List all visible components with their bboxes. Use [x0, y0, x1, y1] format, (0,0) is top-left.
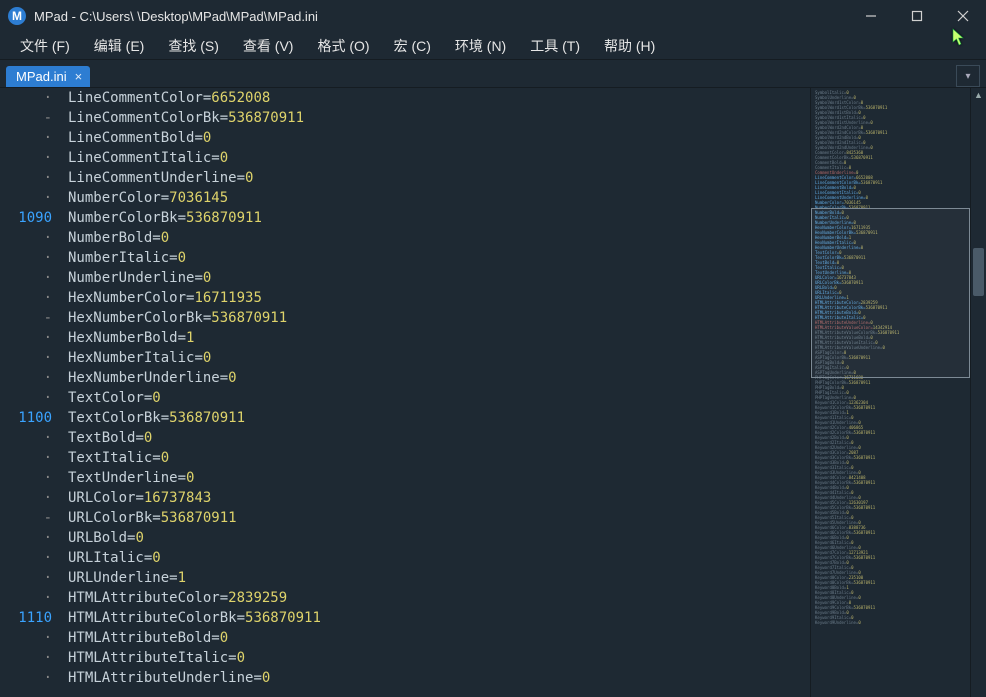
menu-help[interactable]: 帮助 (H): [594, 33, 665, 59]
code-line: HTMLAttributeColorBk=536870911: [68, 608, 810, 628]
code-line: HTMLAttributeColor=2839259: [68, 588, 810, 608]
menu-file[interactable]: 文件 (F): [10, 33, 80, 59]
scrollbar-thumb[interactable]: [973, 248, 984, 296]
code-line: LineCommentUnderline=0: [68, 168, 810, 188]
code-line: HexNumberItalic=0: [68, 348, 810, 368]
minimap[interactable]: SymbolItalic=0 SymbolUnderline=0 SymbolW…: [810, 88, 970, 697]
menu-find[interactable]: 查找 (S): [158, 33, 229, 59]
tab-mpad-ini[interactable]: MPad.ini ×: [6, 66, 90, 87]
menu-format[interactable]: 格式 (O): [307, 33, 379, 59]
code-line: TextItalic=0: [68, 448, 810, 468]
code-line: TextColorBk=536870911: [68, 408, 810, 428]
menu-macro[interactable]: 宏 (C): [384, 33, 441, 59]
code-line: URLColorBk=536870911: [68, 508, 810, 528]
menubar: 文件 (F) 编辑 (E) 查找 (S) 查看 (V) 格式 (O) 宏 (C)…: [0, 32, 986, 60]
code-line: LineCommentColorBk=536870911: [68, 108, 810, 128]
code-line: LineCommentItalic=0: [68, 148, 810, 168]
code-line: URLUnderline=1: [68, 568, 810, 588]
menu-tools[interactable]: 工具 (T): [520, 33, 590, 59]
code-line: TextColor=0: [68, 388, 810, 408]
code-line: NumberUnderline=0: [68, 268, 810, 288]
code-line: HTMLAttributeUnderline=0: [68, 668, 810, 688]
close-button[interactable]: [940, 0, 986, 32]
window-title: MPad - C:\Users\ \Desktop\MPad\MPad\MPad…: [34, 9, 318, 24]
code-line: HexNumberColor=16711935: [68, 288, 810, 308]
code-line: NumberColor=7036145: [68, 188, 810, 208]
workspace: ·-····1090····-····1100····-····1110··· …: [0, 88, 986, 697]
code-editor[interactable]: LineCommentColor=6652008LineCommentColor…: [58, 88, 810, 697]
code-line: NumberBold=0: [68, 228, 810, 248]
menu-env[interactable]: 环境 (N): [445, 33, 516, 59]
minimize-button[interactable]: [848, 0, 894, 32]
vertical-scrollbar[interactable]: ▲: [970, 88, 986, 697]
code-line: NumberItalic=0: [68, 248, 810, 268]
code-line: URLColor=16737843: [68, 488, 810, 508]
code-line: HexNumberUnderline=0: [68, 368, 810, 388]
menu-edit[interactable]: 编辑 (E): [84, 33, 155, 59]
menu-view[interactable]: 查看 (V): [233, 33, 304, 59]
app-logo-icon: M: [8, 7, 26, 25]
code-line: HTMLAttributeItalic=0: [68, 648, 810, 668]
code-line: HexNumberColorBk=536870911: [68, 308, 810, 328]
code-line: LineCommentBold=0: [68, 128, 810, 148]
code-line: HexNumberBold=1: [68, 328, 810, 348]
tab-list-dropdown[interactable]: ▾: [956, 65, 980, 87]
line-number-gutter: ·-····1090····-····1100····-····1110···: [0, 88, 58, 697]
code-line: HTMLAttributeBold=0: [68, 628, 810, 648]
maximize-button[interactable]: [894, 0, 940, 32]
tab-label: MPad.ini: [16, 69, 67, 84]
minimap-viewport[interactable]: [811, 208, 970, 378]
scrollbar-up-icon[interactable]: ▲: [971, 90, 986, 100]
titlebar: M MPad - C:\Users\ \Desktop\MPad\MPad\MP…: [0, 0, 986, 32]
code-line: TextBold=0: [68, 428, 810, 448]
code-line: LineCommentColor=6652008: [68, 88, 810, 108]
tab-bar: MPad.ini × ▾: [0, 60, 986, 88]
tab-close-icon[interactable]: ×: [75, 69, 83, 84]
code-line: NumberColorBk=536870911: [68, 208, 810, 228]
code-line: TextUnderline=0: [68, 468, 810, 488]
code-line: URLItalic=0: [68, 548, 810, 568]
code-line: URLBold=0: [68, 528, 810, 548]
